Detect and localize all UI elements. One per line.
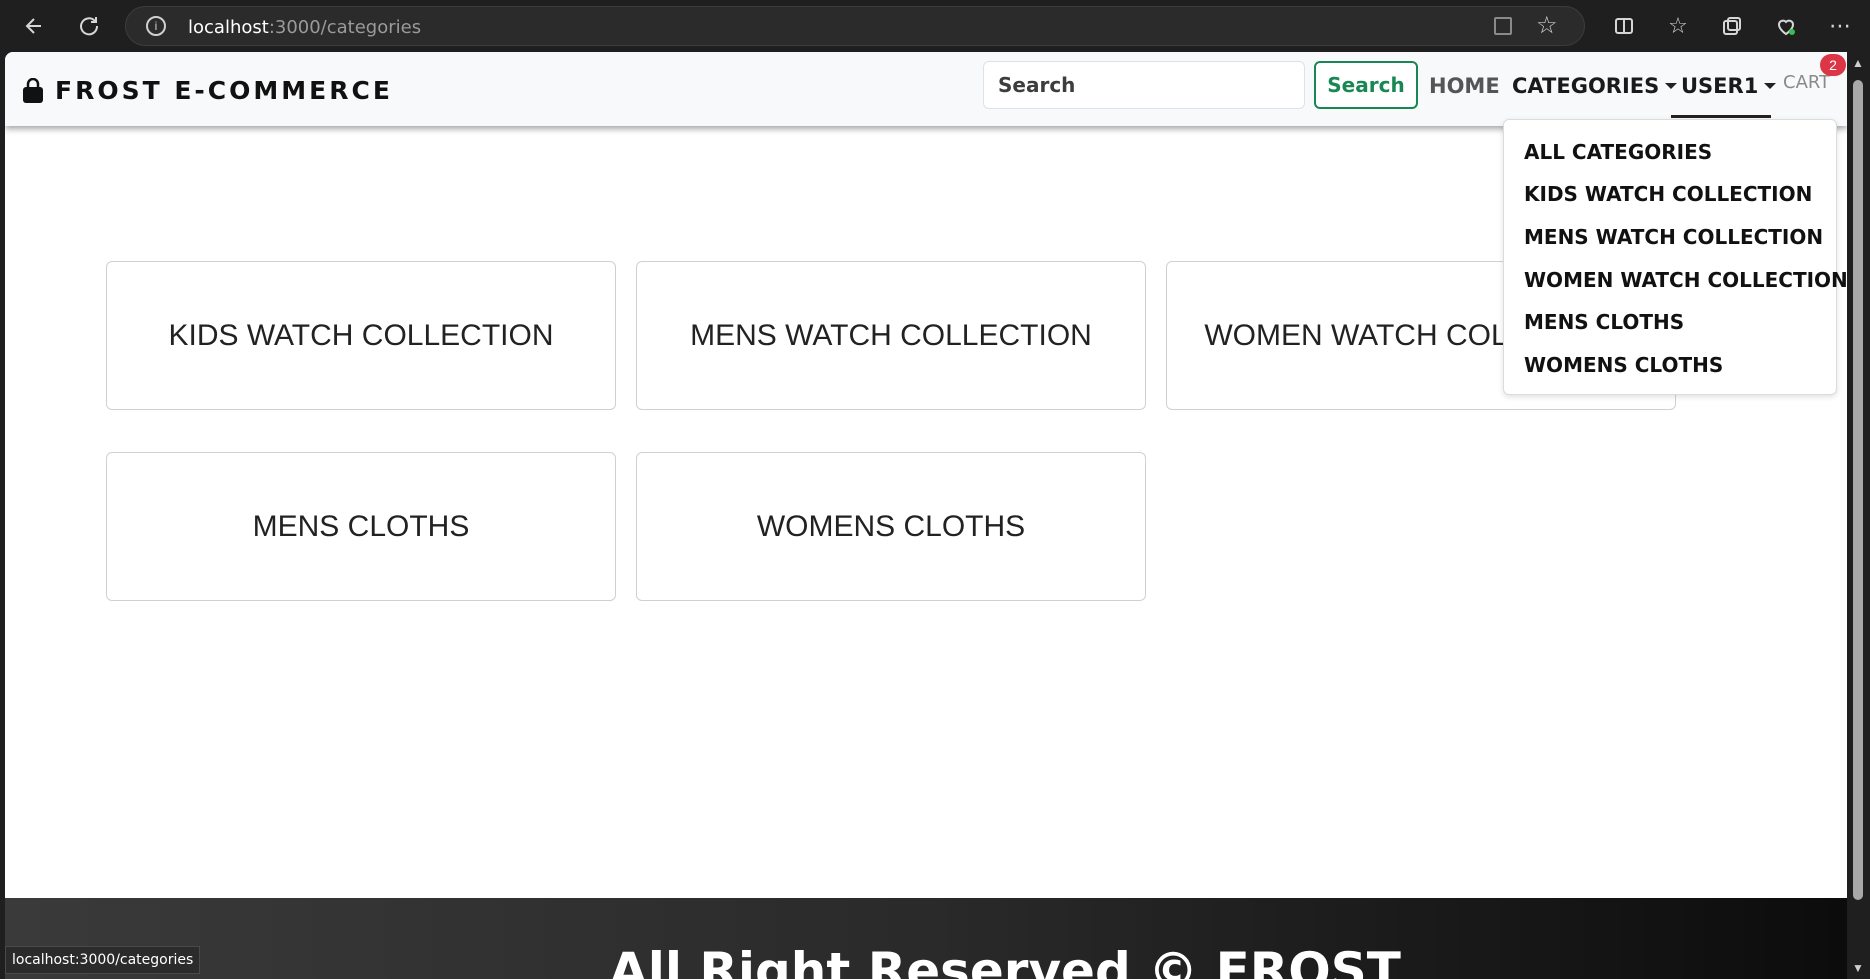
scroll-up-icon[interactable]: ▲	[1852, 56, 1864, 70]
category-card-label: MENS WATCH COLLECTION	[690, 318, 1092, 352]
brand-name: FROST E-COMMERCE	[55, 76, 393, 105]
scroll-down-icon[interactable]: ▼	[1852, 961, 1864, 975]
more-menu-icon[interactable]: ⋯	[1822, 8, 1858, 44]
nav-user-dropdown[interactable]: USER1	[1681, 74, 1777, 98]
favorite-star-icon[interactable]: ☆	[1536, 11, 1558, 40]
browser-essentials-icon[interactable]	[1768, 8, 1804, 44]
categories-dropdown-menu: ALL CATEGORIES KIDS WATCH COLLECTION MEN…	[1503, 119, 1847, 395]
reload-icon[interactable]	[71, 8, 107, 44]
category-card[interactable]: MENS WATCH COLLECTION	[636, 261, 1146, 410]
site-footer: All Right Reserved © FROST	[5, 898, 1847, 979]
site-navbar: FROST E-COMMERCE Search HOME CATEGORIES …	[5, 52, 1847, 126]
nav-cart-link[interactable]: CART	[1783, 72, 1830, 93]
cart-count-badge: 2	[1820, 54, 1846, 76]
dropdown-item-women-watch[interactable]: WOMEN WATCH COLLECTION	[1524, 268, 1847, 292]
collections-icon[interactable]	[1714, 8, 1750, 44]
category-card[interactable]: MENS CLOTHS	[106, 452, 616, 601]
dropdown-item-mens-cloths[interactable]: MENS CLOTHS	[1524, 310, 1684, 334]
nav-user-label: USER1	[1681, 74, 1759, 98]
nav-categories-dropdown[interactable]: CATEGORIES	[1512, 74, 1678, 98]
dropdown-item-womens-cloths[interactable]: WOMENS CLOTHS	[1524, 353, 1723, 377]
search-button[interactable]: Search	[1314, 61, 1418, 109]
category-card-label: WOMENS CLOTHS	[756, 509, 1026, 543]
footer-copyright: All Right Reserved © FROST	[609, 942, 1401, 979]
browser-toolbar: i localhost:3000/categories ☆ ☆ ⋯	[0, 0, 1870, 52]
category-card[interactable]: WOMENS CLOTHS	[636, 452, 1146, 601]
favorites-icon[interactable]: ☆	[1660, 8, 1696, 44]
shopping-bag-icon	[23, 77, 43, 103]
dropdown-item-kids-watch[interactable]: KIDS WATCH COLLECTION	[1524, 182, 1812, 206]
brand[interactable]: FROST E-COMMERCE	[21, 76, 393, 105]
back-icon[interactable]	[16, 8, 52, 44]
address-bar[interactable]: i localhost:3000/categories ☆	[125, 6, 1585, 46]
link-status-tooltip: localhost:3000/categories	[5, 946, 201, 974]
nav-home-label: HOME	[1429, 74, 1500, 98]
caret-down-icon	[1665, 83, 1678, 89]
active-underline	[1671, 115, 1771, 118]
site-info-icon[interactable]: i	[146, 16, 166, 36]
page-scrollbar[interactable]: ▲ ▼	[1847, 52, 1870, 979]
app-install-icon[interactable]	[1494, 17, 1512, 35]
dropdown-item-all-categories[interactable]: ALL CATEGORIES	[1524, 140, 1712, 164]
nav-home-link[interactable]: HOME	[1429, 74, 1500, 98]
dropdown-item-mens-watch[interactable]: MENS WATCH COLLECTION	[1524, 225, 1823, 249]
nav-categories-label: CATEGORIES	[1512, 74, 1660, 98]
caret-down-icon	[1764, 83, 1777, 89]
search-input[interactable]	[983, 61, 1305, 109]
category-card-label: KIDS WATCH COLLECTION	[168, 318, 554, 352]
category-card-label: MENS CLOTHS	[252, 509, 470, 543]
page-viewport: FROST E-COMMERCE Search HOME CATEGORIES …	[5, 52, 1847, 979]
split-screen-icon[interactable]	[1606, 8, 1642, 44]
category-card[interactable]: KIDS WATCH COLLECTION	[106, 261, 616, 410]
scroll-thumb[interactable]	[1853, 80, 1863, 900]
url-text: localhost:3000/categories	[188, 17, 422, 38]
